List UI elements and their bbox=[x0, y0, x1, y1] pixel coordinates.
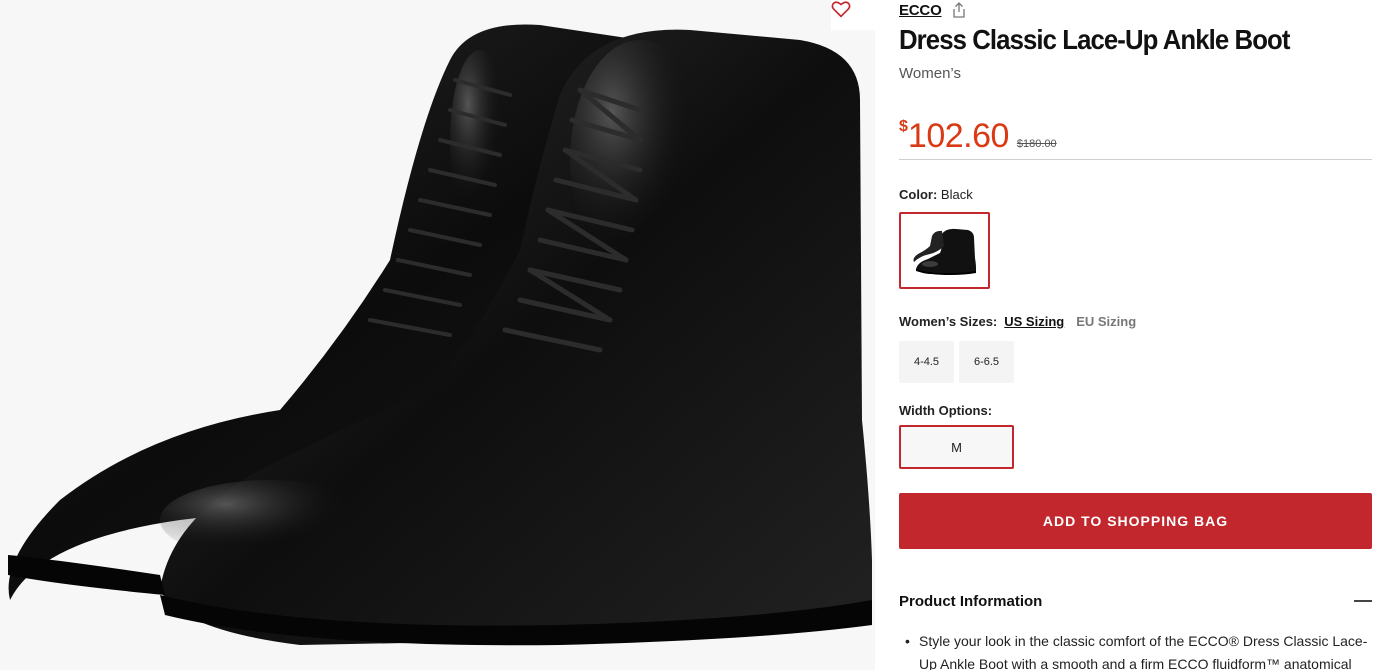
eu-sizing-tab[interactable]: EU Sizing bbox=[1076, 314, 1136, 329]
product-details: ECCO Dress Classic Lace-Up Ankle Boot Wo… bbox=[899, 0, 1372, 670]
product-image bbox=[8, 24, 872, 646]
price-currency: $ bbox=[899, 118, 908, 135]
product-image-panel bbox=[0, 0, 875, 670]
size-options: 4-4.5 6-6.5 bbox=[899, 341, 1014, 383]
us-sizing-tab[interactable]: US Sizing bbox=[1004, 314, 1064, 329]
list-item: Style your look in the classic comfort o… bbox=[905, 630, 1372, 670]
boot-thumbnail bbox=[913, 228, 976, 275]
product-info-list: Style your look in the classic comfort o… bbox=[905, 630, 1372, 670]
product-title: Dress Classic Lace-Up Ankle Boot bbox=[899, 24, 1290, 55]
color-label: Color: Black bbox=[899, 187, 973, 202]
price-divider bbox=[899, 159, 1372, 160]
original-price: $180.00 bbox=[1016, 138, 1057, 150]
product-gender: Women’s bbox=[899, 65, 961, 82]
share-icon bbox=[952, 2, 965, 18]
sizes-row: Women’s Sizes: US Sizing EU Sizing bbox=[899, 314, 1136, 329]
price-row: $ 102.60 $180.00 bbox=[899, 116, 1057, 156]
size-option[interactable]: 4-4.5 bbox=[899, 341, 954, 383]
product-info-title: Product Information bbox=[899, 592, 1043, 610]
sizes-label: Women’s Sizes: bbox=[899, 314, 998, 329]
heart-icon bbox=[831, 1, 851, 18]
add-to-bag-button[interactable]: ADD TO SHOPPING BAG bbox=[899, 493, 1372, 549]
brand-link[interactable]: ECCO bbox=[899, 2, 942, 19]
width-option-m[interactable]: M bbox=[899, 425, 1014, 469]
brand-row: ECCO bbox=[899, 0, 966, 20]
sale-price: 102.60 bbox=[907, 117, 1010, 155]
share-button[interactable] bbox=[952, 2, 966, 18]
product-info-toggle[interactable]: Product Information bbox=[899, 590, 1372, 612]
favorite-button[interactable] bbox=[831, 0, 875, 30]
minus-icon bbox=[1354, 600, 1372, 602]
color-value: Black bbox=[940, 187, 973, 202]
color-swatch-black[interactable] bbox=[899, 212, 990, 289]
width-label: Width Options: bbox=[899, 403, 993, 418]
size-option[interactable]: 6-6.5 bbox=[959, 341, 1014, 383]
color-label-key: Color: bbox=[899, 187, 938, 202]
